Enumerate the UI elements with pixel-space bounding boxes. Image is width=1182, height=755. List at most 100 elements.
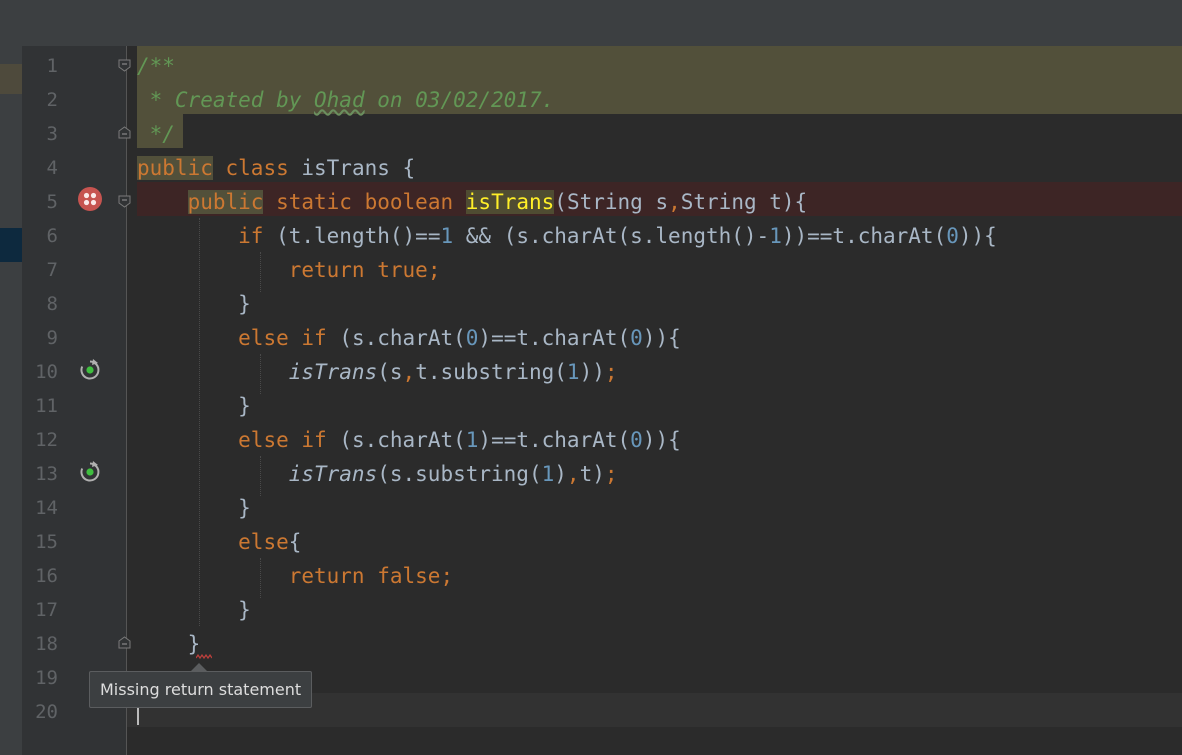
line-number: 14 (35, 497, 58, 519)
comment: */ (137, 122, 175, 146)
number: 1 (440, 224, 454, 248)
expr: )){ (958, 224, 997, 248)
brace: } (238, 394, 251, 418)
recursive-call-icon[interactable] (79, 461, 101, 483)
expr: )==t.charAt( (478, 428, 631, 452)
expr: (s.charAt( (326, 428, 466, 452)
expr: (s.charAt( (326, 326, 466, 350)
comma: , (668, 190, 681, 214)
line-number: 15 (35, 531, 58, 553)
error-underline (196, 654, 212, 660)
expr: (s.substring( (377, 462, 542, 486)
semicolon: ; (440, 564, 454, 588)
expr: ) (554, 462, 567, 486)
recursive-call-icon[interactable] (79, 359, 101, 381)
keyword: static (276, 190, 352, 214)
number: 1 (541, 462, 555, 486)
expr: && (s.charAt(s.length()- (453, 224, 770, 248)
fold-marker-icon[interactable] (118, 195, 131, 208)
code-line-18[interactable]: } (137, 627, 201, 661)
line-number: 16 (35, 565, 58, 587)
code-line-1[interactable]: /** (137, 49, 175, 83)
line-number: 5 (46, 191, 58, 213)
params: String t){ (680, 190, 808, 214)
code-line-11[interactable]: } (137, 389, 251, 423)
tool-strip-marker-selected (0, 228, 22, 262)
line-number: 3 (46, 123, 58, 145)
code-line-4[interactable]: public class isTrans { (137, 151, 415, 185)
expr: t) (579, 462, 605, 486)
keyword: boolean (364, 190, 454, 214)
keyword: else (238, 326, 289, 350)
number: 1 (465, 428, 479, 452)
keyword: false (377, 564, 441, 588)
error-tooltip: Missing return statement (89, 671, 313, 708)
line-number: 18 (35, 633, 58, 655)
number: 1 (566, 360, 580, 384)
keyword: public (137, 156, 213, 180)
semicolon: ; (604, 462, 618, 486)
line-number: 6 (46, 225, 58, 247)
code-line-8[interactable]: } (137, 287, 251, 321)
method-call: isTrans (288, 462, 378, 486)
comment: * Created by (137, 88, 315, 112)
breakpoint-icon[interactable] (78, 187, 102, 211)
params: (String s (554, 190, 669, 214)
code-line-9[interactable]: else if (s.charAt(0)==t.charAt(0)){ (137, 321, 681, 355)
line-number: 20 (35, 701, 58, 723)
expr: (t.length()== (263, 224, 441, 248)
code-line-6[interactable]: if (t.length()==1 && (s.charAt(s.length(… (137, 219, 997, 253)
brace: } (238, 598, 251, 622)
code-line-5[interactable]: public static boolean isTrans(String s,S… (137, 185, 807, 219)
line-number: 19 (35, 667, 58, 689)
code-line-3[interactable]: */ (137, 117, 175, 151)
comma: , (566, 462, 580, 486)
code-line-16[interactable]: return false; (137, 559, 453, 593)
comment-author: Ohad (314, 88, 365, 112)
number: 0 (946, 224, 959, 248)
code-line-10[interactable]: isTrans(s,t.substring(1)); (137, 355, 618, 389)
keyword: true (377, 258, 428, 282)
line-number: 11 (35, 395, 58, 417)
keyword: if (301, 326, 327, 350)
comment: on 03/02/2017. (364, 88, 555, 112)
expr: )){ (642, 428, 681, 452)
keyword: else (238, 428, 289, 452)
number: 0 (630, 428, 643, 452)
code-line-7[interactable]: return true; (137, 253, 441, 287)
editor-tab-bar (0, 0, 1182, 47)
code-line-15[interactable]: else{ (137, 525, 301, 559)
fold-marker-icon[interactable] (118, 59, 131, 72)
line-number: 10 (35, 361, 58, 383)
code-line-2[interactable]: * Created by Ohad on 03/02/2017. (137, 83, 555, 117)
number: 0 (630, 326, 643, 350)
semicolon: ; (427, 258, 441, 282)
line-number: 2 (46, 89, 58, 111)
line-number: 12 (35, 429, 58, 451)
code-line-17[interactable]: } (137, 593, 251, 627)
method-name: isTrans (465, 190, 555, 214)
expr: )) (579, 360, 605, 384)
closing-brace-error: } (187, 632, 201, 656)
expr: )==t.charAt( (478, 326, 631, 350)
line-number: 7 (46, 259, 58, 281)
class-declaration: isTrans { (288, 156, 416, 180)
keyword: else (238, 530, 289, 554)
keyword: if (301, 428, 327, 452)
code-line-13[interactable]: isTrans(s.substring(1),t); (137, 457, 618, 491)
code-line-12[interactable]: else if (s.charAt(1)==t.charAt(0)){ (137, 423, 681, 457)
code-line-14[interactable]: } (137, 491, 251, 525)
tooltip-arrow (191, 663, 207, 671)
comment: /** (137, 54, 175, 78)
line-number: 8 (46, 293, 58, 315)
semicolon: ; (604, 360, 618, 384)
line-number: 1 (46, 55, 58, 77)
line-number: 4 (46, 157, 58, 179)
project-tool-strip[interactable] (0, 46, 22, 755)
fold-end-icon[interactable] (118, 636, 131, 649)
keyword: return (288, 258, 365, 282)
keyword: class (225, 156, 289, 180)
expr: t.substring( (415, 360, 567, 384)
fold-end-icon[interactable] (118, 126, 131, 139)
line-number: 13 (35, 463, 58, 485)
